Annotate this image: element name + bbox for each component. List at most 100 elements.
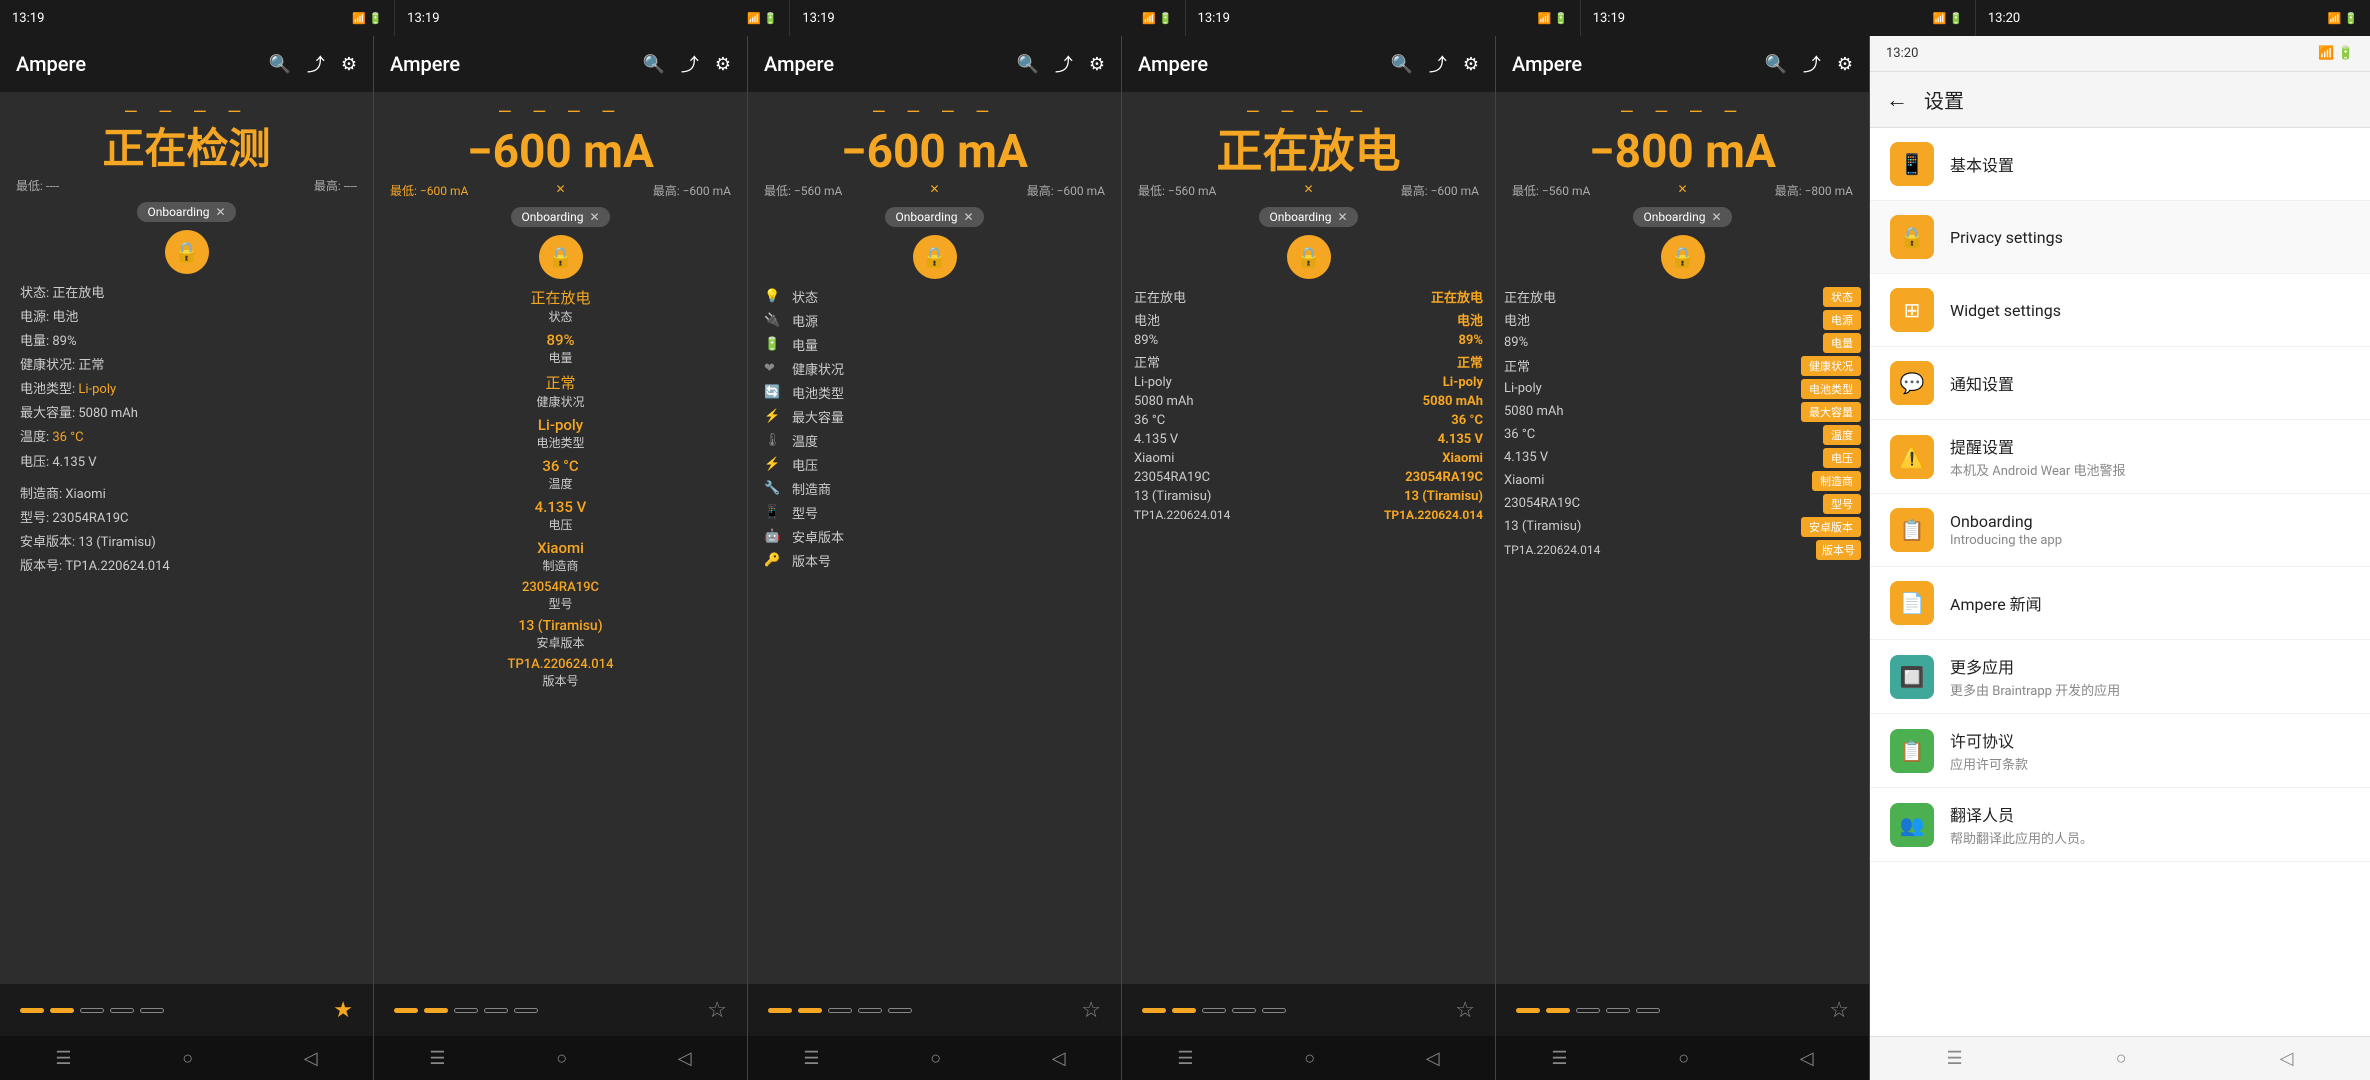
settings-title: 设置 [1924,85,1964,114]
widget-text: Widget settings [1950,301,2350,320]
build-icon-3: 🔑 [764,553,784,568]
status-bar-1: 13:19 📶 🔋 [0,0,395,36]
status-icons-5: 📶 🔋 [1933,12,1963,25]
panel3-star[interactable]: ☆ [1081,998,1101,1023]
share-icon-1[interactable]: ⤴ [307,51,325,77]
search-icon-3[interactable]: 🔍 [1016,54,1038,75]
time-5: 13:19 [1593,11,1625,26]
panel2-android-lbl: 安卓版本 [386,634,735,651]
panel2-brand-val: Xiaomi [386,539,735,557]
back-icon-5[interactable]: ◁ [1800,1048,1814,1069]
menu-icon-3[interactable]: ☰ [803,1048,819,1069]
settings-item-license[interactable]: 📋 许可协议 应用许可条款 [1870,714,2370,788]
translate-icon-box: 👥 [1890,803,1934,847]
settings-item-translate[interactable]: 👥 翻译人员 帮助翻译此应用的人员。 [1870,788,2370,862]
settings-item-notify[interactable]: 💬 通知设置 [1870,347,2370,420]
panel3-min: 最低: −560 mA [764,182,842,199]
status-icon-3: 💡 [764,289,784,304]
panel3-title: Ampere [764,52,1000,76]
back-icon-2[interactable]: ◁ [678,1048,692,1069]
panel1-nav: ☰ ○ ◁ [0,1036,373,1080]
settings-list: 📱 基本设置 🔒 Privacy settings ⊞ Widget setti… [1870,128,2370,1036]
home-icon-3[interactable]: ○ [930,1048,941,1069]
panel2-max: 最高: −600 mA [653,182,731,199]
time-1: 13:19 [12,11,44,26]
share-icon-5[interactable]: ⤴ [1803,51,1821,77]
close-icon-badge-4[interactable]: ✕ [1337,210,1347,224]
menu-icon-4[interactable]: ☰ [1177,1048,1193,1069]
app-panel-3: Ampere 🔍 ⤴ ⚙ — — — — −600 mA 最低: −560 mA… [748,36,1122,1080]
panel2-star[interactable]: ☆ [707,998,727,1023]
settings-home-icon[interactable]: ○ [2116,1048,2127,1069]
back-icon-1[interactable]: ◁ [304,1048,318,1069]
panel2-model-lbl: 型号 [386,595,735,612]
close-icon-badge-5[interactable]: ✕ [1711,210,1721,224]
settings-item-onboarding[interactable]: 📋 Onboarding Introducing the app [1870,494,2370,567]
settings-item-privacy[interactable]: 🔒 Privacy settings [1870,201,2370,274]
share-icon-3[interactable]: ⤴ [1055,51,1073,77]
back-icon-3[interactable]: ◁ [1052,1048,1066,1069]
panel5-dashes: — — — — [1512,102,1853,123]
home-icon-5[interactable]: ○ [1678,1048,1689,1069]
home-icon-1[interactable]: ○ [182,1048,193,1069]
menu-icon-2[interactable]: ☰ [429,1048,445,1069]
notify-title: 通知设置 [1950,371,2350,395]
settings-item-more[interactable]: 🔲 更多应用 更多由 Braintrapp 开发的应用 [1870,640,2370,714]
share-icon-4[interactable]: ⤴ [1429,51,1447,77]
share-icon-2[interactable]: ⤴ [681,51,699,77]
menu-icon-1[interactable]: ☰ [55,1048,71,1069]
panel5-min: 最低: −560 mA [1512,182,1590,199]
home-icon-4[interactable]: ○ [1304,1048,1315,1069]
panel5-info: 正在放电 状态 电池 电源 89% 电量 正常 健康状况 Li-poly 电 [1496,283,1869,984]
settings-icon-5[interactable]: ⚙ [1837,54,1853,75]
panel3-header: Ampere 🔍 ⤴ ⚙ [748,36,1121,92]
battery-circle-2: 🔒 [539,235,583,279]
panel5-header: Ampere 🔍 ⤴ ⚙ [1496,36,1869,92]
panel2-volt-lbl: 电压 [386,516,735,533]
search-icon-2[interactable]: 🔍 [642,54,664,75]
settings-item-basic[interactable]: 📱 基本设置 [1870,128,2370,201]
close-icon-badge-3[interactable]: ✕ [963,210,973,224]
license-title: 许可协议 [1950,728,2350,752]
panel4-main-value: 正在放电 [1138,127,1479,178]
more-icon-box: 🔲 [1890,655,1934,699]
menu-icon-5[interactable]: ☰ [1551,1048,1567,1069]
error-icon-4: ✕ [1303,182,1313,199]
onboarding-badge-1: Onboarding ✕ [137,202,235,222]
onboarding-text: Onboarding Introducing the app [1950,512,2350,548]
more-text: 更多应用 更多由 Braintrapp 开发的应用 [1950,654,2350,699]
settings-item-widget[interactable]: ⊞ Widget settings [1870,274,2370,347]
status-icons-2: 📶 🔋 [747,12,777,25]
settings-icon-1[interactable]: ⚙ [341,54,357,75]
battery-circle-4: 🔒 [1287,235,1331,279]
home-icon-2[interactable]: ○ [556,1048,567,1069]
search-icon-5[interactable]: 🔍 [1764,54,1786,75]
search-icon-4[interactable]: 🔍 [1390,54,1412,75]
time-3: 13:19 [802,11,834,26]
back-icon[interactable]: ← [1886,87,1908,113]
settings-icon-2[interactable]: ⚙ [715,54,731,75]
panel1-android-label: 安卓版本: [20,535,78,550]
settings-item-news[interactable]: 📄 Ampere 新闻 [1870,567,2370,640]
status-icons-4: 📶 🔋 [1538,12,1568,25]
battery-circle-1: 🔒 [165,230,209,274]
panel5-star[interactable]: ☆ [1829,998,1849,1023]
panel2-status-val: 正在放电 [386,287,735,308]
panel5-title: Ampere [1512,52,1748,76]
panel3-status: 状态 [792,287,818,306]
settings-icon-3[interactable]: ⚙ [1089,54,1105,75]
settings-back-icon[interactable]: ◁ [2280,1048,2294,1069]
status-icons-6: 📶 🔋 [2328,12,2358,25]
settings-menu-icon[interactable]: ☰ [1947,1048,1963,1069]
settings-icon-4[interactable]: ⚙ [1463,54,1479,75]
panel5-dots [1516,1008,1660,1013]
back-icon-4[interactable]: ◁ [1426,1048,1440,1069]
panel1-star[interactable]: ★ [333,998,353,1023]
close-icon-badge-2[interactable]: ✕ [589,210,599,224]
panel1-header: Ampere 🔍 ⤴ ⚙ [0,36,373,92]
panel4-star[interactable]: ☆ [1455,998,1475,1023]
panel1-title: Ampere [16,52,252,76]
settings-item-remind[interactable]: ⚠️ 提醒设置 本机及 Android Wear 电池警报 [1870,420,2370,494]
close-icon-badge-1[interactable]: ✕ [215,205,225,219]
search-icon-1[interactable]: 🔍 [268,54,290,75]
